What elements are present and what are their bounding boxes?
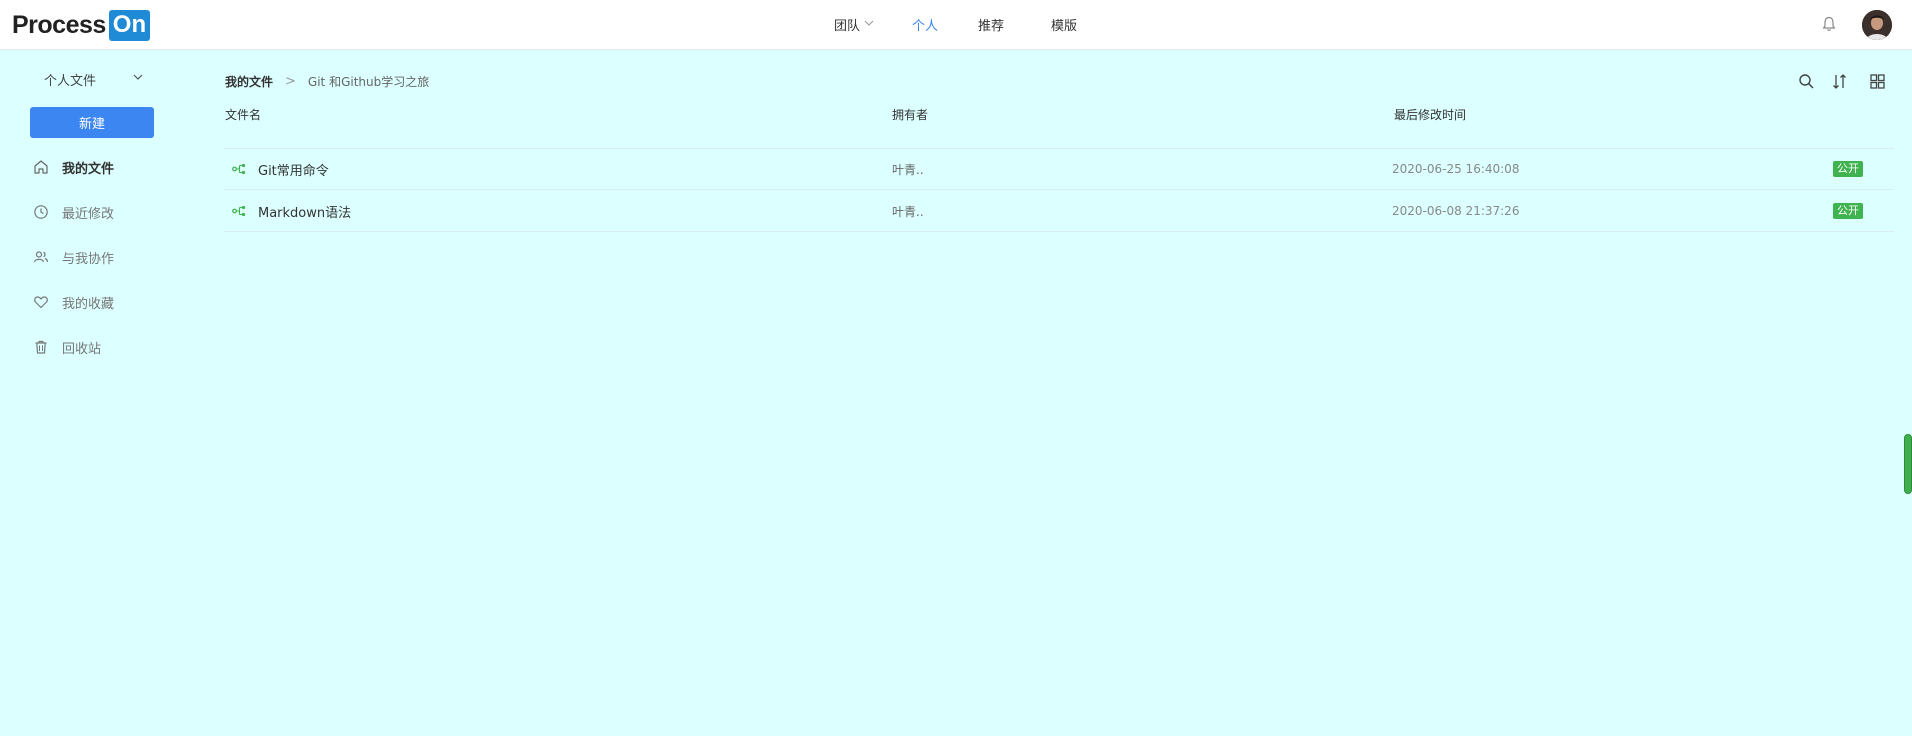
column-header-name[interactable]: 文件名 xyxy=(225,106,261,123)
breadcrumb-current: Git 和Github学习之旅 xyxy=(307,74,430,89)
breadcrumb: 我的文件 > Git 和Github学习之旅 xyxy=(225,72,429,90)
search-icon[interactable] xyxy=(1796,71,1816,91)
sidebar-item-recent[interactable]: 最近修改 xyxy=(32,201,172,223)
public-badge: 公开 xyxy=(1833,161,1863,177)
personal-files-dropdown[interactable]: 个人文件 xyxy=(44,69,144,89)
bell-icon[interactable] xyxy=(1820,15,1838,33)
home-icon xyxy=(32,158,50,176)
table-row[interactable]: Git常用命令 叶青.. 2020-06-25 16:40:08 公开 xyxy=(224,148,1894,190)
file-modified-time: 2020-06-25 16:40:08 xyxy=(1392,162,1520,176)
column-header-modified[interactable]: 最后修改时间 xyxy=(1394,106,1466,123)
file-modified-time: 2020-06-08 21:37:26 xyxy=(1392,204,1520,218)
heart-icon xyxy=(32,293,50,311)
logo-text-on: On xyxy=(108,9,151,41)
processon-logo[interactable]: Process On xyxy=(12,9,151,41)
nav-templates[interactable]: 模版 xyxy=(1051,15,1077,34)
sidebar-item-label: 我的文件 xyxy=(62,161,115,177)
trash-icon xyxy=(32,338,50,356)
users-icon xyxy=(32,248,50,266)
doc-switch-label: 个人文件 xyxy=(44,73,97,89)
sidebar-item-label: 我的收藏 xyxy=(62,296,115,312)
mindmap-file-icon xyxy=(232,205,246,217)
user-avatar[interactable] xyxy=(1862,10,1892,40)
scrollbar-thumb[interactable] xyxy=(1904,434,1912,494)
new-button[interactable]: 新建 xyxy=(30,107,154,138)
nav-personal[interactable]: 个人 xyxy=(912,15,938,34)
sidebar-item-shared[interactable]: 与我协作 xyxy=(32,246,172,268)
file-name-cell[interactable]: Git常用命令 xyxy=(232,148,329,190)
sidebar-item-favorites[interactable]: 我的收藏 xyxy=(32,291,172,313)
file-owner: 叶青.. xyxy=(892,162,924,177)
sidebar-item-label: 与我协作 xyxy=(62,251,115,267)
public-badge: 公开 xyxy=(1833,203,1863,219)
logo-text-process: Process xyxy=(12,10,106,39)
column-header-owner[interactable]: 拥有者 xyxy=(892,106,928,123)
sidebar-item-label: 回收站 xyxy=(62,341,102,357)
chevron-down-icon xyxy=(132,71,144,87)
sidebar: 个人文件 新建 我的文件 最近修改 与我协作 我的收藏 回收站 xyxy=(0,51,180,736)
grid-view-icon[interactable] xyxy=(1867,71,1887,91)
nav-team-label: 团队 xyxy=(834,18,861,34)
sidebar-item-trash[interactable]: 回收站 xyxy=(32,336,172,358)
nav-recommend[interactable]: 推荐 xyxy=(978,15,1004,34)
sidebar-item-label: 最近修改 xyxy=(62,206,115,222)
sort-icon[interactable] xyxy=(1829,71,1849,91)
file-name: Markdown语法 xyxy=(258,205,352,221)
top-bar: Process On 团队 个人 推荐 模版 xyxy=(0,0,1912,50)
clock-icon xyxy=(32,203,50,221)
breadcrumb-root[interactable]: 我的文件 xyxy=(225,73,273,90)
table-row[interactable]: Markdown语法 叶青.. 2020-06-08 21:37:26 公开 xyxy=(224,190,1894,232)
nav-team[interactable]: 团队 xyxy=(834,15,874,34)
file-name-cell[interactable]: Markdown语法 xyxy=(232,190,351,232)
breadcrumb-separator: > xyxy=(285,73,296,89)
chevron-down-icon xyxy=(864,18,874,31)
main-nav: 团队 个人 推荐 模版 xyxy=(834,0,1077,48)
file-name: Git常用命令 xyxy=(258,163,329,179)
file-owner: 叶青.. xyxy=(892,204,924,219)
mindmap-file-icon xyxy=(232,163,246,175)
sidebar-item-my-files[interactable]: 我的文件 xyxy=(32,156,172,178)
